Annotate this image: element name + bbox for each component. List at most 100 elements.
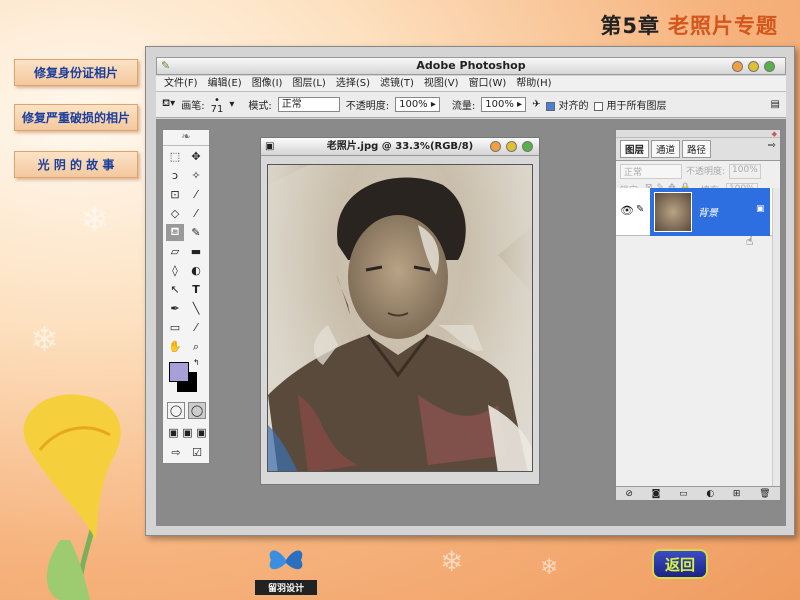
marquee-tool-icon[interactable]: ⬚ <box>166 148 184 165</box>
menu-window[interactable]: 窗口(W) <box>469 76 507 91</box>
menu-image[interactable]: 图像(I) <box>252 76 283 91</box>
panel-close-icon[interactable]: ◆ <box>772 130 777 138</box>
standard-mode-icon[interactable]: ◯ <box>167 402 185 419</box>
toolbox-feather-icon: ❧ <box>163 130 209 146</box>
jump-to-imageready-icon[interactable]: ⇨ <box>167 444 185 461</box>
chapter-title: 老照片专题 <box>668 14 778 38</box>
eye-visibility-icon[interactable]: 👁 <box>620 204 634 217</box>
crop-tool-icon[interactable]: ⊡ <box>166 186 184 203</box>
trash-icon[interactable]: 🗑 <box>759 489 770 499</box>
flow-field[interactable]: 100% ▸ <box>481 97 527 112</box>
path-selection-tool-icon[interactable]: ↖ <box>166 281 184 298</box>
menu-select[interactable]: 选择(S) <box>336 76 370 91</box>
document-title: 老照片.jpg @ 33.3%(RGB/8) <box>326 141 474 152</box>
mode-label: 模式: <box>248 101 272 112</box>
line-tool-icon[interactable]: ╲ <box>187 300 205 317</box>
layers-panel-footer: ⊘ ◙ ▭ ◐ ⊞ 🗑 <box>616 486 780 500</box>
screen-mode-standard-icon[interactable]: ▣ <box>167 424 180 441</box>
aligned-checkbox[interactable]: 对齐的 <box>546 97 588 112</box>
zoom-tool-icon[interactable]: ⌕ <box>187 338 205 355</box>
zoom-button[interactable] <box>748 61 759 72</box>
notes-tool-icon[interactable]: ▭ <box>166 319 184 336</box>
tab-channels[interactable]: 通道 <box>651 140 681 158</box>
brush-tool-icon[interactable]: ⁄ <box>187 205 205 222</box>
layer-mask-icon[interactable]: ◙ <box>652 489 661 499</box>
lasso-tool-icon[interactable]: ↄ <box>166 167 184 184</box>
workspace: ❧ ⬚ ✥ ↄ ✧ ⊡ ⁄ ◇ ⁄ ⛾ ✎ ▱ ▬ ◊ ◐ ↖ T ✒ ╲ ▭ <box>156 119 786 526</box>
menu-file[interactable]: 文件(F) <box>164 76 198 91</box>
blend-mode-value: 正常 <box>624 168 643 178</box>
damaged-portrait-image <box>268 165 532 471</box>
flow-value: 100% <box>485 99 514 110</box>
slice-tool-icon[interactable]: ⁄ <box>187 186 205 203</box>
eyedropper-tool-icon[interactable]: ⁄ <box>187 319 205 336</box>
swap-colors-icon[interactable]: ↰ <box>193 358 200 367</box>
new-layer-icon[interactable]: ⊞ <box>733 489 741 499</box>
menu-view[interactable]: 视图(V) <box>424 76 459 91</box>
screen-mode-full-icon[interactable]: ▣ <box>195 424 208 441</box>
dodge-tool-icon[interactable]: ◐ <box>187 262 205 279</box>
blur-tool-icon[interactable]: ◊ <box>166 262 184 279</box>
brush-dropdown-icon[interactable]: ▾ <box>229 99 234 110</box>
panel-titlebar: ◆ <box>616 130 780 138</box>
eraser-tool-icon[interactable]: ▱ <box>166 243 184 260</box>
adjustment-layer-icon[interactable]: ◐ <box>706 489 714 499</box>
pen-tool-icon[interactable]: ✒ <box>166 300 184 317</box>
snowflake-decoration: ❄ <box>540 555 559 580</box>
chapter-number: 第5章 <box>600 14 660 38</box>
close-button[interactable] <box>764 61 775 72</box>
airbrush-icon[interactable]: ✈ <box>532 99 540 110</box>
checkbox-unchecked-icon <box>594 101 604 111</box>
opacity-label: 不透明度: <box>345 101 390 112</box>
nav-button-damaged-photo[interactable]: 修复严重破损的相片 <box>14 104 138 131</box>
flow-label: 流量: <box>451 101 476 112</box>
layer-row-background[interactable]: 👁 ✎ 背景 ▣ ☝ <box>616 188 780 248</box>
magic-wand-tool-icon[interactable]: ✧ <box>187 167 205 184</box>
aligned-label: 对齐的 <box>558 101 589 112</box>
menu-edit[interactable]: 编辑(E) <box>208 76 242 91</box>
document-close-button[interactable] <box>522 141 533 152</box>
nav-button-id-photo[interactable]: 修复身份证相片 <box>14 59 138 86</box>
clone-stamp-tool-preset-icon[interactable]: ⛾▾ <box>162 98 175 111</box>
mode-select[interactable]: 正常 <box>277 97 340 112</box>
back-button[interactable]: 返回 <box>652 549 708 579</box>
hand-tool-icon[interactable]: ✋ <box>166 338 184 355</box>
healing-brush-tool-icon[interactable]: ◇ <box>166 205 184 222</box>
all-layers-checkbox[interactable]: 用于所有图层 <box>594 97 666 112</box>
menu-filter[interactable]: 滤镜(T) <box>380 76 414 91</box>
quick-mask-icon[interactable]: ◯ <box>188 402 206 419</box>
old-photo-canvas[interactable] <box>267 164 533 472</box>
app-title: Adobe Photoshop <box>416 59 526 72</box>
jump-to-imageready: ⇨ ☑ <box>167 444 206 461</box>
photoshop-window: ✎ Adobe Photoshop 文件(F) 编辑(E) 图像(I) 图层(L… <box>145 46 795 536</box>
screen-mode-full-menu-icon[interactable]: ▣ <box>181 424 194 441</box>
layer-thumbnail <box>654 192 692 232</box>
layer-style-icon[interactable]: ⊘ <box>625 489 633 499</box>
palette-well-icon[interactable]: ▤ <box>771 99 780 110</box>
document-zoom-button[interactable] <box>506 141 517 152</box>
type-tool-icon[interactable]: T <box>187 281 205 298</box>
new-set-icon[interactable]: ▭ <box>679 489 688 499</box>
nav-button-time-story[interactable]: 光 阴 的 故 事 <box>14 151 138 178</box>
snowflake-decoration: ❄ <box>80 200 109 240</box>
history-brush-tool-icon[interactable]: ✎ <box>187 224 205 241</box>
gradient-tool-icon[interactable]: ▬ <box>187 243 205 260</box>
blend-mode-select[interactable]: 正常 <box>620 164 682 179</box>
tab-layers[interactable]: 图层 <box>620 140 650 158</box>
opacity-value: 100% <box>399 99 428 110</box>
minimize-button[interactable] <box>732 61 743 72</box>
menu-layer[interactable]: 图层(L) <box>292 76 325 91</box>
panel-menu-icon[interactable]: ⇨ <box>768 140 776 158</box>
foreground-color-swatch[interactable] <box>169 362 189 382</box>
brush-picker[interactable]: • 71 <box>211 95 224 114</box>
document-minimize-button[interactable] <box>490 141 501 152</box>
opacity-field[interactable]: 100% ▸ <box>395 97 440 112</box>
checkmark-icon[interactable]: ☑ <box>188 444 206 461</box>
calla-lily-illustration <box>23 394 121 600</box>
clone-stamp-tool-icon[interactable]: ⛾ <box>166 224 184 241</box>
tab-paths[interactable]: 路径 <box>682 140 712 158</box>
move-tool-icon[interactable]: ✥ <box>187 148 205 165</box>
menu-help[interactable]: 帮助(H) <box>516 76 551 91</box>
panel-scrollbar[interactable] <box>772 188 780 488</box>
layer-opacity-field[interactable]: 100% <box>729 164 761 179</box>
